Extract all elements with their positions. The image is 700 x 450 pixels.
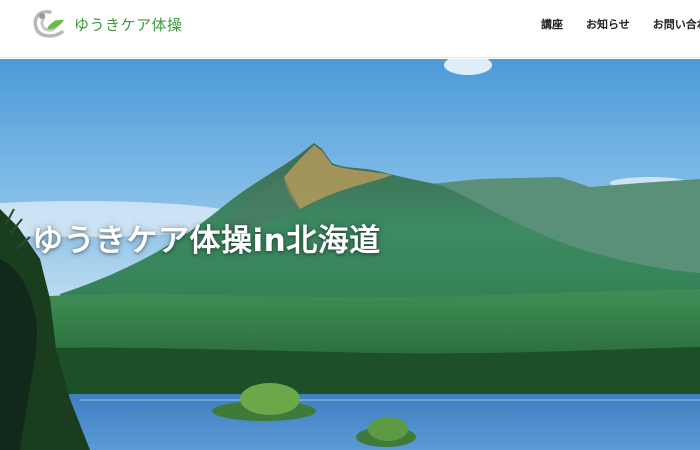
nav-item-courses[interactable]: 講座: [541, 16, 563, 32]
site-header: ゆうきケア体操 講座 お知らせ お問い合わ: [0, 0, 700, 58]
hero-title: ゆうきケア体操in北海道: [32, 223, 381, 259]
logo-text: ゆうきケア体操: [74, 15, 183, 34]
logo-mark-icon: [33, 10, 64, 38]
main-nav: 講座 お知らせ お問い合わ: [541, 16, 700, 32]
nav-item-news[interactable]: お知らせ: [586, 16, 630, 32]
nav-item-contact[interactable]: お問い合わ: [653, 16, 700, 32]
site-logo-link[interactable]: ゆうきケア体操: [30, 8, 183, 40]
hero-banner: ゆうきケア体操in北海道: [0, 59, 700, 450]
